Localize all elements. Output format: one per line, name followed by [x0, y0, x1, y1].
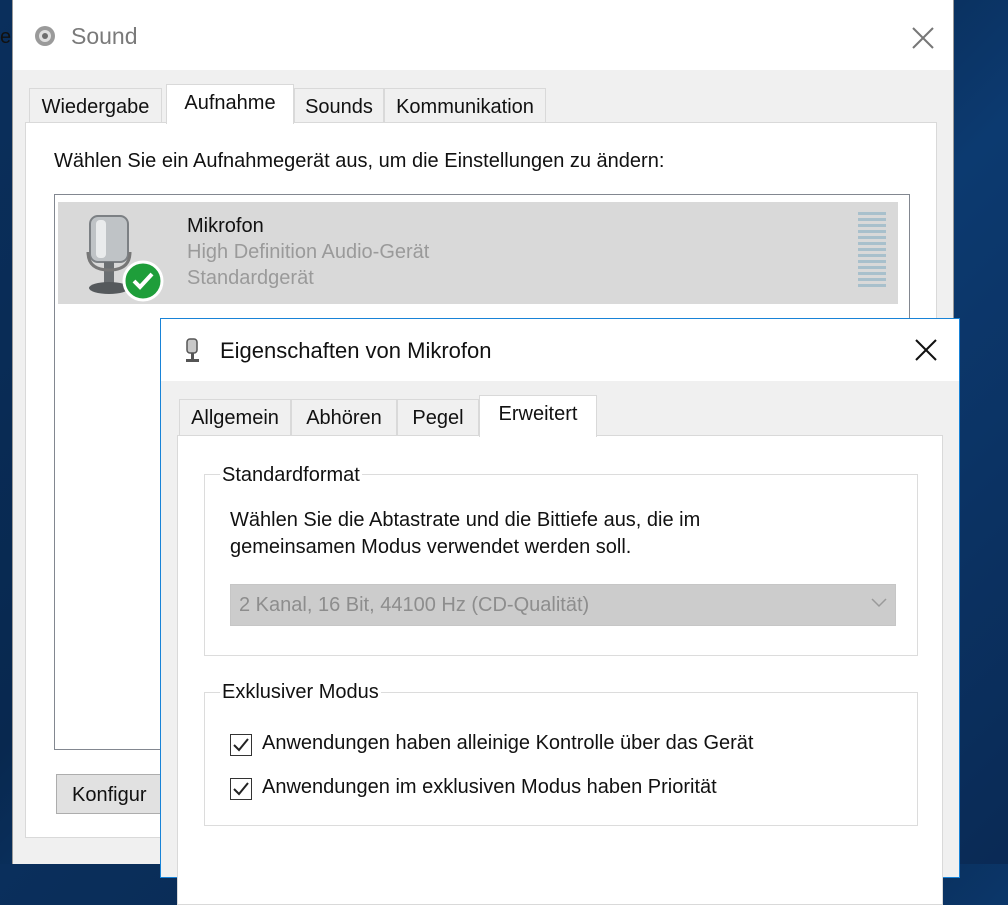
exclusive-control-checkbox[interactable] [230, 734, 252, 756]
advanced-tab-panel: Standardformat Wählen Sie die Abtastrate… [177, 435, 943, 905]
properties-titlebar[interactable]: Eigenschaften von Mikrofon [161, 319, 959, 381]
background-window-text: e [0, 26, 12, 48]
input-level-meter [858, 212, 886, 292]
checkmark-icon [233, 738, 249, 752]
tab-kommunikation[interactable]: Kommunikation [384, 88, 546, 124]
close-icon[interactable] [909, 333, 943, 367]
device-driver: High Definition Audio-Gerät [187, 241, 430, 263]
microphone-properties-dialog: Eigenschaften von Mikrofon Allgemein Abh… [160, 318, 960, 905]
sound-window-title: Sound [71, 23, 138, 49]
tab-wiedergabe[interactable]: Wiedergabe [29, 88, 162, 124]
exclusive-priority-checkbox[interactable] [230, 778, 252, 800]
exclusive-mode-label: Exklusiver Modus [220, 681, 381, 704]
tab-aufnahme[interactable]: Aufnahme [166, 84, 294, 124]
default-format-description-line1: Wählen Sie die Abtastrate und die Bittie… [230, 509, 701, 531]
speaker-icon [35, 26, 55, 46]
chevron-down-icon [871, 598, 887, 608]
default-format-dropdown[interactable]: 2 Kanal, 16 Bit, 44100 Hz (CD-Qualität) [230, 584, 896, 626]
tab-erweitert[interactable]: Erweitert [479, 395, 597, 437]
tab-pegel[interactable]: Pegel [397, 399, 479, 435]
sound-titlebar[interactable]: Sound [13, 0, 953, 70]
tab-abhoeren[interactable]: Abhören [291, 399, 397, 435]
exclusive-priority-label: Anwendungen im exklusiven Modus haben Pr… [262, 776, 717, 798]
microphone-small-icon [186, 338, 199, 362]
exclusive-control-label: Anwendungen haben alleinige Kontrolle üb… [262, 732, 754, 754]
default-format-description-line2: gemeinsamen Modus verwendet werden soll. [230, 536, 632, 558]
exclusive-mode-group [204, 692, 918, 826]
recording-instructions: Wählen Sie ein Aufnahmegerät aus, um die… [54, 150, 665, 172]
close-icon[interactable] [903, 18, 943, 58]
checkmark-icon [233, 782, 249, 796]
device-status: Standardgerät [187, 267, 314, 289]
default-device-check-icon [122, 260, 164, 302]
list-item-mikrofon[interactable] [58, 202, 898, 304]
properties-title: Eigenschaften von Mikrofon [220, 338, 492, 363]
device-name: Mikrofon [187, 215, 264, 237]
default-format-value: 2 Kanal, 16 Bit, 44100 Hz (CD-Qualität) [239, 594, 590, 616]
default-format-group [204, 474, 918, 656]
default-format-label: Standardformat [220, 464, 362, 487]
tab-sounds[interactable]: Sounds [294, 88, 384, 124]
tab-allgemein[interactable]: Allgemein [179, 399, 291, 435]
